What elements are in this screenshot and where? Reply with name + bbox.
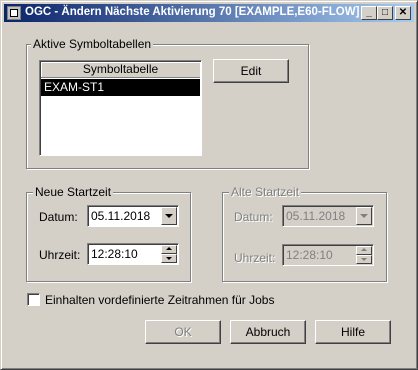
new-date-dropdown-button[interactable] xyxy=(161,207,177,225)
spin-down-icon xyxy=(361,258,367,261)
symbol-table-list[interactable]: Symboltabelle EXAM-ST1 xyxy=(39,60,202,156)
app-icon xyxy=(7,6,21,20)
new-time-value: 12:28:10 xyxy=(91,247,138,261)
chevron-down-icon xyxy=(360,214,368,218)
old-start-group-label: Alte Startzeit xyxy=(229,185,302,199)
window-title: OGC - Ändern Nächste Aktivierung 70 [EXA… xyxy=(25,6,360,18)
timeframe-checkbox[interactable] xyxy=(27,293,40,306)
list-item[interactable]: EXAM-ST1 xyxy=(41,79,200,96)
old-time-spin-down xyxy=(356,255,372,264)
old-date-picker: 05.11.2018 xyxy=(282,205,374,227)
cancel-button[interactable]: Abbruch xyxy=(230,320,306,344)
new-start-group-label: Neue Startzeit xyxy=(33,185,114,199)
new-date-value: 05.11.2018 xyxy=(91,209,151,223)
ok-button[interactable]: OK xyxy=(145,320,221,344)
spin-up-icon xyxy=(166,247,172,250)
help-button[interactable]: Hilfe xyxy=(315,320,391,344)
old-date-label: Datum: xyxy=(234,210,273,224)
spin-up-icon xyxy=(361,248,367,251)
new-time-spin-down[interactable] xyxy=(161,254,177,263)
title-bar[interactable]: OGC - Ändern Nächste Aktivierung 70 [EXA… xyxy=(4,4,414,22)
new-time-spin-up[interactable] xyxy=(161,245,177,254)
chevron-down-icon xyxy=(165,214,173,218)
dialog-window: OGC - Ändern Nächste Aktivierung 70 [EXA… xyxy=(0,0,418,370)
maximize-button[interactable]: □ xyxy=(377,6,393,20)
old-date-value: 05.11.2018 xyxy=(286,209,346,223)
edit-button[interactable]: Edit xyxy=(213,59,289,83)
timeframe-checkbox-label[interactable]: Einhalten vordefinierte Zeitrahmen für J… xyxy=(45,293,274,307)
old-date-dropdown-button xyxy=(356,207,372,225)
new-time-field[interactable]: 12:28:10 xyxy=(87,243,179,265)
old-time-spin-up xyxy=(356,246,372,255)
old-time-field: 12:28:10 xyxy=(282,244,374,266)
symbol-tables-group-label: Aktive Symboltabellen xyxy=(31,37,154,51)
spin-down-icon xyxy=(166,257,172,260)
new-time-label: Uhrzeit: xyxy=(39,248,81,262)
old-time-value: 12:28:10 xyxy=(286,248,333,262)
old-time-label: Uhrzeit: xyxy=(234,251,276,265)
column-header-symboltabelle[interactable]: Symboltabelle xyxy=(41,62,200,78)
new-date-picker[interactable]: 05.11.2018 xyxy=(87,205,179,227)
new-date-label: Datum: xyxy=(39,210,78,224)
close-button[interactable]: ✕ xyxy=(395,6,411,20)
minimize-button[interactable]: _ xyxy=(361,6,377,20)
